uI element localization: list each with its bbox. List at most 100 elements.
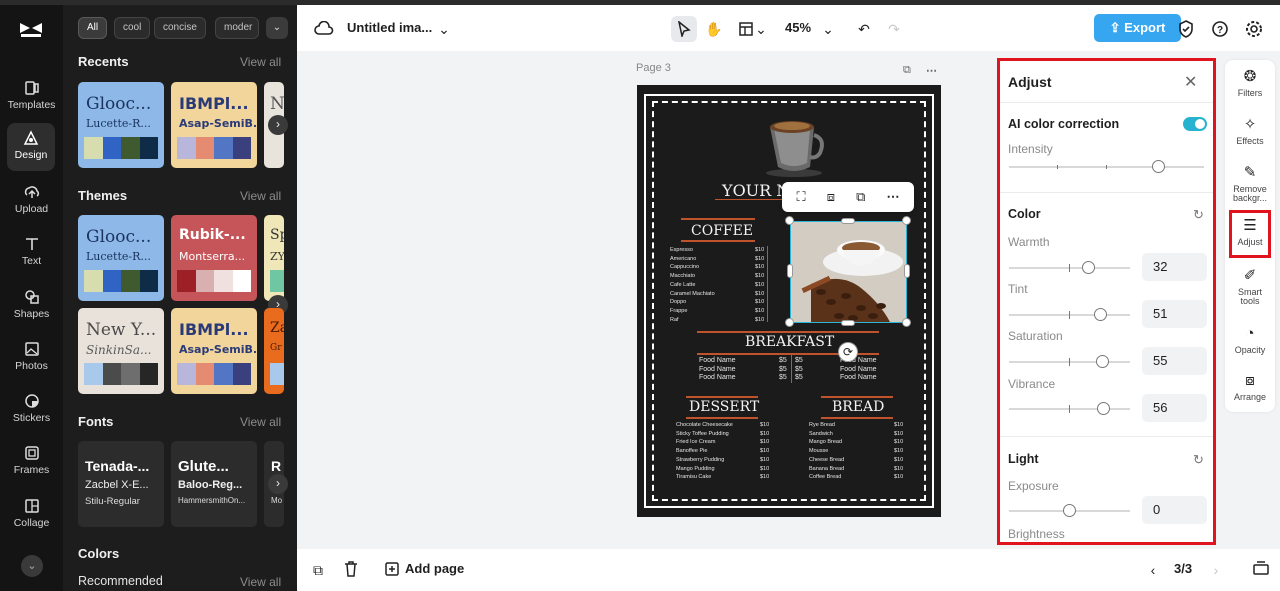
font-card[interactable]: Glute... Baloo-Reg... HammersmithOn...	[171, 441, 257, 527]
color-swatches	[177, 137, 251, 159]
resize-handle-br[interactable]	[902, 318, 911, 327]
recent-card[interactable]: Glooc... Lucette-R...	[78, 82, 164, 168]
add-page-icon[interactable]	[383, 561, 401, 579]
copy-page-icon[interactable]: ⧉	[309, 561, 327, 579]
zoom-level[interactable]: 45%	[785, 20, 811, 35]
tint-slider-knob[interactable]	[1094, 308, 1107, 321]
theme-card[interactable]: New Y... SinkinSa...	[78, 308, 164, 394]
replace-icon[interactable]: ⧈	[827, 189, 835, 205]
rail-shapes[interactable]: Shapes	[0, 282, 63, 330]
resize-handle-right[interactable]	[904, 264, 910, 278]
resize-handle-bl[interactable]	[785, 318, 794, 327]
zoom-dropdown-icon[interactable]: ⌄	[815, 16, 841, 42]
saturation-input[interactable]: 55	[1142, 347, 1207, 375]
color-reset-icon[interactable]: ↻	[1193, 207, 1204, 223]
light-reset-icon[interactable]: ↻	[1193, 452, 1204, 468]
resize-handle-top[interactable]	[841, 218, 855, 224]
exposure-slider-knob[interactable]	[1063, 504, 1076, 517]
duplicate-icon[interactable]: ⧉	[856, 189, 865, 205]
next-page-icon[interactable]: ›	[1207, 561, 1225, 579]
rail-templates[interactable]: Templates	[0, 73, 63, 121]
rail-expand-button[interactable]: ⌄	[21, 555, 43, 577]
help-icon[interactable]: ?	[1207, 16, 1233, 42]
vibrance-input[interactable]: 56	[1142, 394, 1207, 422]
rail-stickers[interactable]: Stickers	[0, 386, 63, 434]
trash-icon[interactable]	[342, 561, 360, 579]
settings-icon[interactable]	[1241, 16, 1267, 42]
ai-color-correction-toggle[interactable]	[1183, 117, 1207, 131]
rail-design[interactable]: Design	[7, 123, 55, 171]
theme-card[interactable]: Glooc... Lucette-R...	[78, 215, 164, 301]
more-icon[interactable]: ⋯	[886, 189, 899, 205]
theme-card[interactable]: Sp ZY	[264, 215, 284, 301]
select-tool-icon[interactable]	[671, 16, 697, 42]
tint-slider[interactable]	[1009, 308, 1130, 321]
themes-view-all[interactable]: View all	[240, 189, 281, 203]
saturation-slider-knob[interactable]	[1096, 355, 1109, 368]
duplicate-page-icon[interactable]: ⧉	[903, 64, 911, 77]
rail-frames[interactable]: Frames	[0, 438, 63, 486]
recommended-view-all[interactable]: View all	[240, 575, 281, 589]
warmth-input[interactable]: 32	[1142, 253, 1207, 281]
title-dropdown-icon[interactable]: ⌄	[431, 16, 457, 42]
warmth-slider-knob[interactable]	[1082, 261, 1095, 274]
tool-filters[interactable]: ❂ Filters	[1225, 68, 1275, 98]
rail-photos[interactable]: Photos	[0, 334, 63, 382]
prev-page-icon[interactable]: ‹	[1144, 561, 1162, 579]
tool-opacity[interactable]: ◔ Opacity	[1225, 325, 1275, 355]
document-title[interactable]: Untitled ima...	[347, 20, 432, 35]
intensity-slider[interactable]	[1009, 160, 1204, 173]
shield-icon[interactable]	[1173, 16, 1199, 42]
tool-adjust[interactable]: ☰ Adjust	[1229, 210, 1271, 258]
chip-concise[interactable]: concise	[154, 17, 206, 39]
selected-coffee-photo[interactable]	[790, 221, 907, 323]
chip-modern[interactable]: moder	[215, 17, 259, 39]
tool-effects[interactable]: ✧ Effects	[1225, 116, 1275, 146]
layout-dropdown-icon[interactable]: ⌄	[753, 16, 769, 42]
cloud-sync-icon[interactable]	[311, 16, 337, 42]
theme-card[interactable]: IBMPl... Asap-SemiB...	[171, 308, 257, 394]
font-card[interactable]: Tenada-... Zacbel X-E... Stilu-Regular	[78, 441, 164, 527]
intensity-slider-knob[interactable]	[1152, 160, 1165, 173]
hand-tool-icon[interactable]: ✋	[701, 16, 727, 42]
theme-card[interactable]: Za Gr	[264, 308, 284, 394]
resize-handle-left[interactable]	[787, 264, 793, 278]
chip-cool[interactable]: cool	[114, 17, 151, 39]
rail-upload[interactable]: Upload	[0, 177, 63, 225]
saturation-slider[interactable]	[1009, 355, 1130, 368]
undo-icon[interactable]: ↶	[851, 16, 877, 42]
fonts-view-all[interactable]: View all	[240, 415, 281, 429]
tool-smart-tools[interactable]: ✐ Smart tools	[1225, 267, 1275, 306]
tool-arrange[interactable]: ⧇ Arrange	[1225, 372, 1275, 402]
resize-handle-bottom[interactable]	[841, 320, 855, 326]
chevron-right-icon: ›	[276, 117, 280, 131]
resize-handle-tl[interactable]	[785, 216, 794, 225]
exposure-input[interactable]: 0	[1142, 496, 1207, 524]
resize-handle-tr[interactable]	[902, 216, 911, 225]
chevron-down-icon: ⌄	[27, 560, 37, 572]
pages-panel-icon[interactable]	[1252, 561, 1270, 579]
close-icon[interactable]: ✕	[1184, 72, 1197, 92]
tool-remove-background[interactable]: ✎ Remove backgr...	[1225, 164, 1275, 203]
chips-expand-button[interactable]: ⌄	[266, 17, 288, 39]
recents-next-button[interactable]: ›	[268, 115, 288, 135]
page-more-icon[interactable]: ⋯	[926, 64, 937, 77]
rotate-handle[interactable]: ⟳	[838, 342, 858, 362]
chip-all[interactable]: All	[78, 17, 108, 39]
recents-view-all[interactable]: View all	[240, 55, 281, 69]
adjust-icon: ☰	[1243, 217, 1257, 234]
vibrance-slider-knob[interactable]	[1097, 402, 1110, 415]
tint-input[interactable]: 51	[1142, 300, 1207, 328]
vibrance-slider[interactable]	[1009, 402, 1130, 415]
recent-card[interactable]: IBMPl... Asap-SemiB...	[171, 82, 257, 168]
export-button[interactable]: ⇪ Export	[1094, 14, 1181, 42]
theme-card[interactable]: Rubik-... Montserra...	[171, 215, 257, 301]
exposure-slider[interactable]	[1009, 504, 1130, 517]
fonts-next-button[interactable]: ›	[268, 474, 288, 494]
crop-icon[interactable]: ⛶	[797, 189, 806, 205]
add-page-button[interactable]: Add page	[405, 561, 464, 576]
rail-collage[interactable]: Collage	[0, 491, 63, 539]
warmth-slider[interactable]	[1009, 261, 1130, 274]
redo-icon[interactable]: ↷	[881, 16, 907, 42]
rail-text[interactable]: Text	[0, 229, 63, 277]
